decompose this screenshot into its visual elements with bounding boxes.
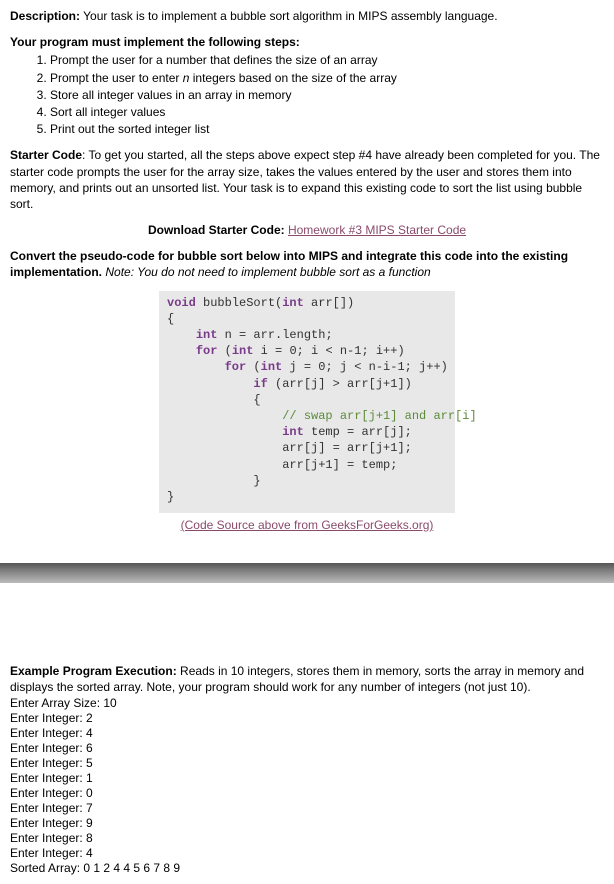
exec-line: Enter Array Size: 10 bbox=[10, 696, 604, 711]
exec-line: Enter Integer: 4 bbox=[10, 846, 604, 861]
step-item: Sort all integer values bbox=[50, 104, 604, 120]
example-output: Enter Array Size: 10 Enter Integer: 2 En… bbox=[10, 696, 604, 876]
code-source-link[interactable]: (Code Source above from GeeksForGeeks.or… bbox=[181, 518, 434, 532]
step-item: Prompt the user for a number that define… bbox=[50, 52, 604, 68]
example-label: Example Program Execution: bbox=[10, 664, 177, 678]
download-label: Download Starter Code: bbox=[148, 223, 288, 237]
exec-line: Enter Integer: 6 bbox=[10, 741, 604, 756]
starter-label: Starter Code bbox=[10, 148, 82, 162]
exec-line: Enter Integer: 0 bbox=[10, 786, 604, 801]
steps-list: Prompt the user for a number that define… bbox=[10, 52, 604, 137]
description-paragraph: Description: Your task is to implement a… bbox=[10, 8, 604, 24]
convert-note: Note: You do not need to implement bubbl… bbox=[102, 265, 431, 279]
exec-line: Enter Integer: 9 bbox=[10, 816, 604, 831]
description-label: Description: bbox=[10, 9, 80, 23]
description-text: Your task is to implement a bubble sort … bbox=[80, 9, 498, 23]
step-item: Prompt the user to enter n integers base… bbox=[50, 70, 604, 86]
exec-line: Enter Integer: 5 bbox=[10, 756, 604, 771]
starter-paragraph: Starter Code: To get you started, all th… bbox=[10, 147, 604, 212]
exec-line: Enter Integer: 8 bbox=[10, 831, 604, 846]
exec-line: Enter Integer: 2 bbox=[10, 711, 604, 726]
step-item: Print out the sorted integer list bbox=[50, 121, 604, 137]
download-line: Download Starter Code: Homework #3 MIPS … bbox=[10, 222, 604, 238]
section-divider bbox=[0, 563, 614, 583]
starter-text: : To get you started, all the steps abov… bbox=[10, 148, 600, 211]
code-source-line: (Code Source above from GeeksForGeeks.or… bbox=[10, 517, 604, 533]
example-block: Example Program Execution: Reads in 10 i… bbox=[10, 663, 604, 875]
exec-line: Enter Integer: 1 bbox=[10, 771, 604, 786]
step-item: Store all integer values in an array in … bbox=[50, 87, 604, 103]
exec-line: Enter Integer: 4 bbox=[10, 726, 604, 741]
exec-line: Sorted Array: 0 1 2 4 4 5 6 7 8 9 bbox=[10, 861, 604, 876]
convert-paragraph: Convert the pseudo-code for bubble sort … bbox=[10, 248, 604, 280]
example-intro: Example Program Execution: Reads in 10 i… bbox=[10, 663, 604, 695]
steps-heading: Your program must implement the followin… bbox=[10, 34, 604, 50]
download-link[interactable]: Homework #3 MIPS Starter Code bbox=[288, 223, 466, 237]
exec-line: Enter Integer: 7 bbox=[10, 801, 604, 816]
code-block: void bubbleSort(int arr[]) { int n = arr… bbox=[159, 291, 455, 513]
